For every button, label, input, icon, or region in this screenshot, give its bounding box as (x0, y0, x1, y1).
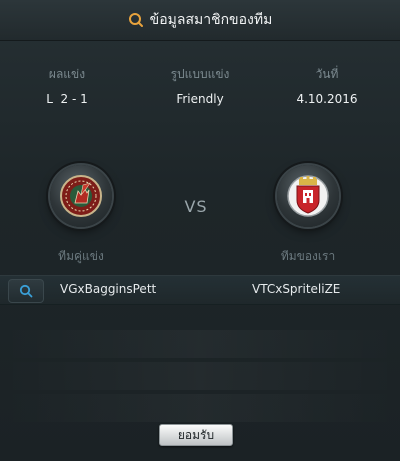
opponent-crest (50, 165, 112, 227)
search-button[interactable] (8, 279, 44, 303)
match-info-values: L 2 - 1 Friendly 4.10.2016 (0, 92, 400, 110)
match-info-headers: ผลแข่ง รูปแบบแข่ง วันที่ (0, 65, 400, 83)
confirm-button[interactable]: ยอมรับ (159, 424, 233, 446)
format-header: รูปแบบแข่ง (170, 67, 230, 81)
team-member-info-panel: ข้อมูลสมาชิกของทีม ผลแข่ง รูปแบบแข่ง วัน… (0, 0, 400, 461)
result-value: L 2 - 1 (46, 92, 88, 106)
opponent-team-label: ทีมคู่แข่ง (58, 249, 104, 263)
our-crest (277, 165, 339, 227)
empty-row (0, 362, 400, 390)
vs-label: VS (184, 197, 208, 216)
search-icon (19, 284, 33, 298)
format-value: Friendly (176, 92, 224, 106)
griffin-crest-icon (60, 175, 102, 217)
castle-shield-crest-icon (287, 175, 329, 217)
date-value: 4.10.2016 (296, 92, 358, 106)
result-header: ผลแข่ง (48, 67, 86, 81)
our-team-label: ทีมของเรา (280, 249, 336, 263)
title-bar: ข้อมูลสมาชิกของทีม (0, 0, 400, 41)
opponent-team-name: VGxBagginsPett (60, 282, 157, 296)
empty-row (0, 394, 400, 422)
date-header: วันที่ (315, 67, 339, 81)
search-icon (128, 13, 143, 27)
empty-row (0, 330, 400, 358)
team-names-row: VGxBagginsPett VTCxSpriteliZE (0, 275, 400, 305)
page-title: ข้อมูลสมาชิกของทีม (149, 12, 273, 28)
our-team-name: VTCxSpriteliZE (252, 282, 341, 296)
